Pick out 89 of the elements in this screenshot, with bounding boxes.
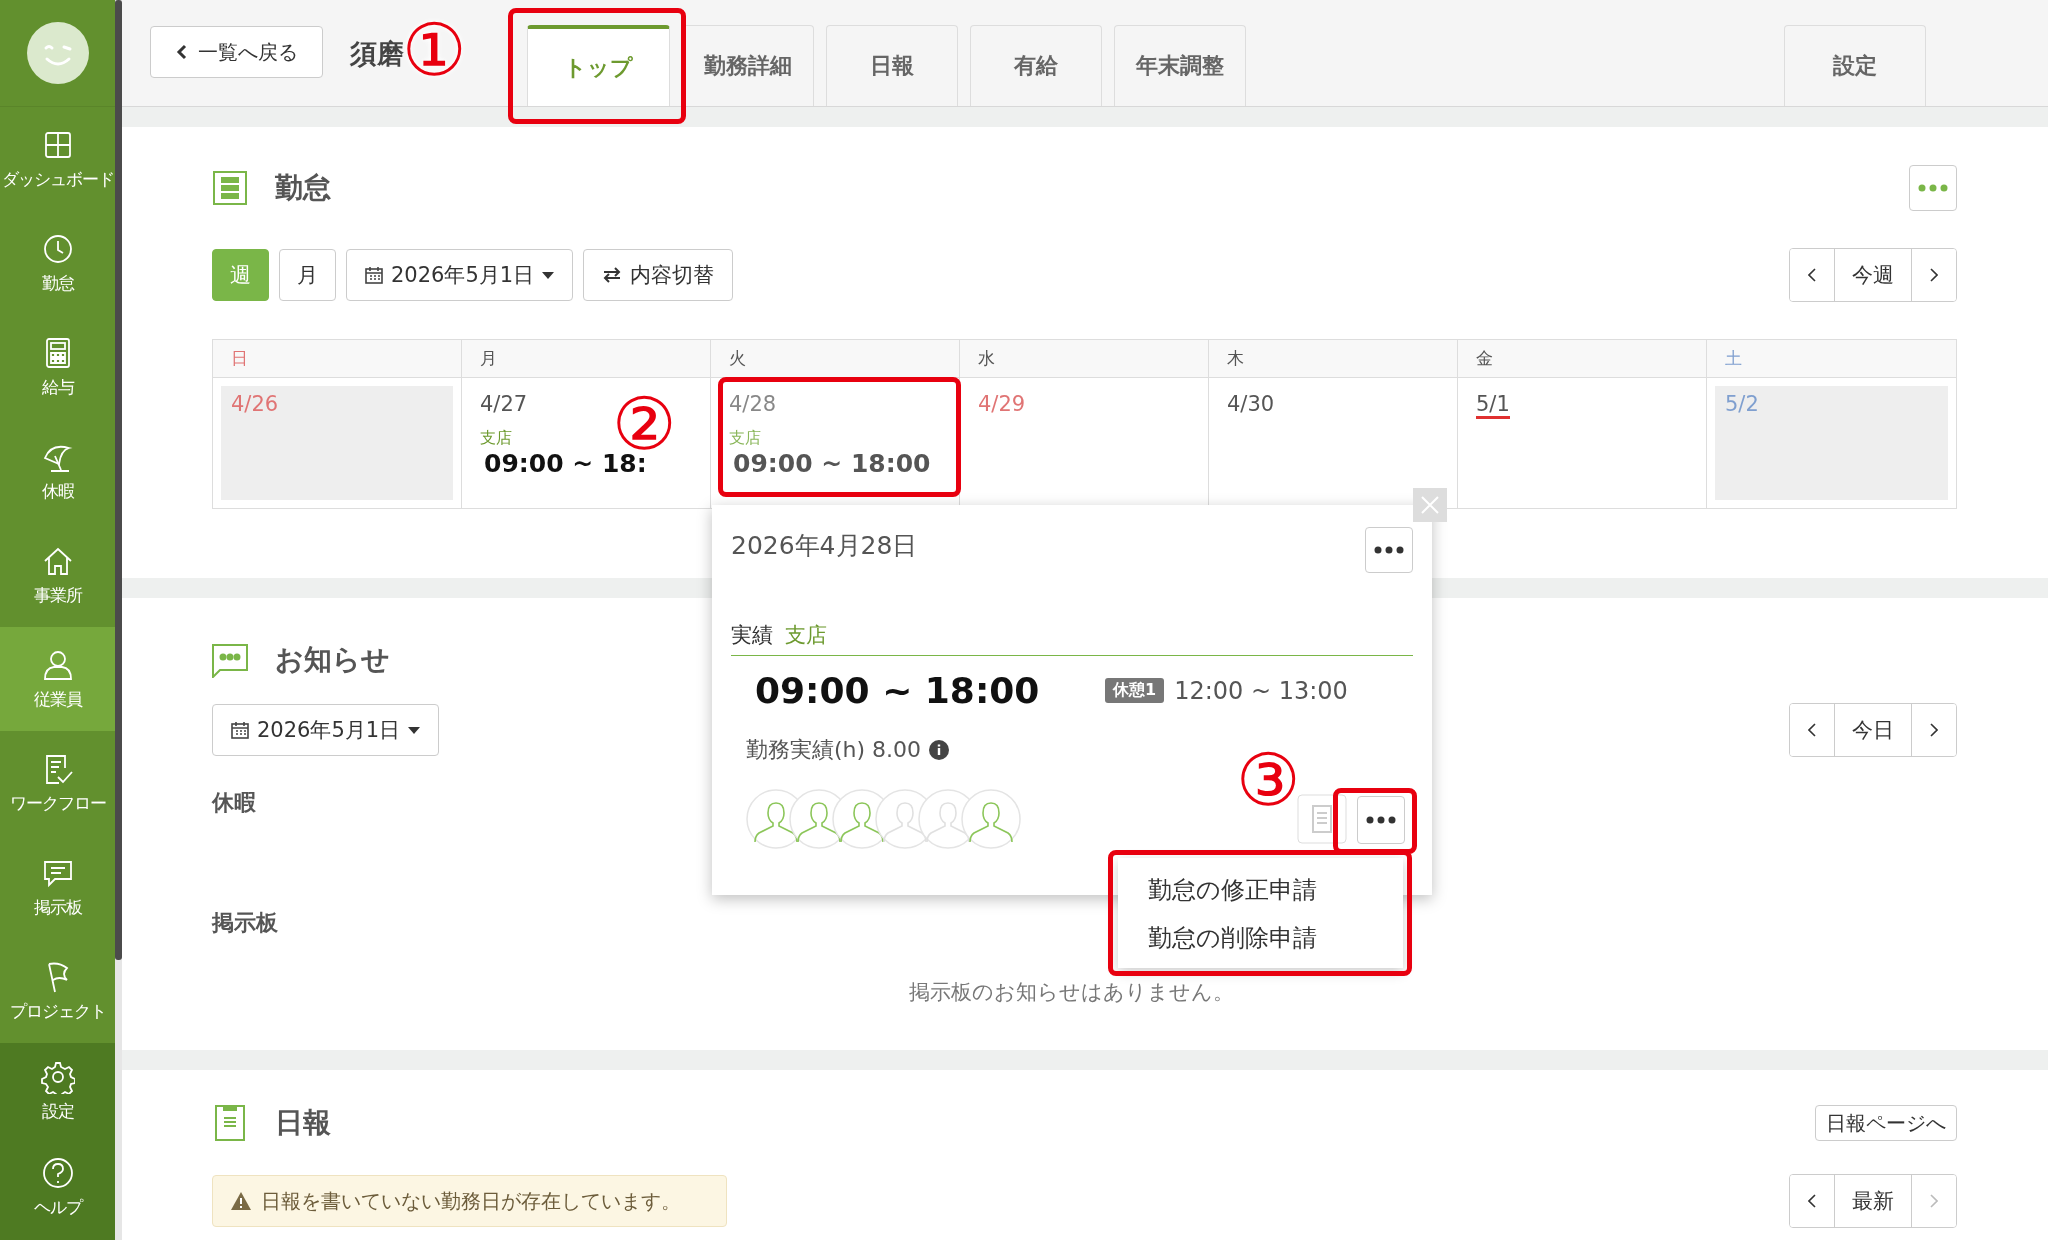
sidebar-item[interactable]: ヘルプ bbox=[0, 1139, 115, 1235]
sidebar-item[interactable]: 設定 bbox=[0, 1043, 115, 1139]
section-title: お知らせ bbox=[275, 642, 390, 678]
day-cell[interactable]: 5/1 bbox=[1458, 378, 1707, 508]
popup-date: 2026年4月28日 bbox=[731, 530, 918, 562]
section-title: 日報 bbox=[275, 1105, 331, 1141]
work-hours: 勤務実績(h) 8.00 bbox=[746, 736, 922, 764]
close-icon bbox=[1420, 495, 1440, 515]
day-date: 4/28 bbox=[729, 392, 777, 416]
day-date: 4/29 bbox=[978, 392, 1026, 416]
step-number: ③ bbox=[1236, 744, 1301, 816]
chevron-right-icon bbox=[1930, 1194, 1938, 1208]
day-date: 4/30 bbox=[1227, 392, 1275, 416]
close-button[interactable] bbox=[1413, 488, 1447, 522]
info-icon[interactable] bbox=[929, 740, 950, 760]
work-place: 支店 bbox=[785, 622, 827, 649]
chevron-right-icon bbox=[1930, 723, 1938, 737]
subsection-title: 掲示板 bbox=[212, 909, 278, 937]
tab[interactable]: 年末調整 bbox=[1114, 25, 1246, 106]
today-button[interactable]: 今日 bbox=[1834, 704, 1912, 756]
sidebar-item[interactable]: 事業所 bbox=[0, 523, 115, 627]
scrollbar-thumb[interactable] bbox=[115, 0, 122, 960]
menu-item[interactable]: 勤怠の削除申請 bbox=[1118, 914, 1403, 962]
tab[interactable]: トップ bbox=[527, 25, 670, 106]
document-icon[interactable] bbox=[1297, 794, 1347, 844]
date-dropdown[interactable]: 2026年5月1日 bbox=[212, 704, 440, 756]
weekday-header: 水 bbox=[960, 340, 1209, 378]
more-icon bbox=[1366, 816, 1396, 824]
more-button[interactable] bbox=[1365, 527, 1413, 573]
caret-icon bbox=[408, 726, 421, 734]
more-icon bbox=[1374, 546, 1404, 554]
sidebar-item[interactable]: ワークフロー bbox=[0, 731, 115, 835]
chevron-left-icon bbox=[1808, 268, 1816, 282]
weekday-header: 木 bbox=[1209, 340, 1458, 378]
latest-button[interactable]: 最新 bbox=[1834, 1175, 1912, 1227]
section-title: 勤怠 bbox=[275, 170, 331, 206]
day-date: 5/2 bbox=[1725, 392, 1759, 416]
calendar-icon bbox=[365, 266, 383, 284]
back-button[interactable]: 一覧へ戻る bbox=[150, 26, 323, 78]
day-date: 4/26 bbox=[231, 392, 279, 416]
chevron-left-icon bbox=[1808, 723, 1816, 737]
weekday-header: 金 bbox=[1458, 340, 1707, 378]
chevron-left-icon bbox=[175, 44, 188, 60]
swap-arrows-icon bbox=[602, 267, 623, 283]
break-time: 12:00 ~ 13:00 bbox=[1174, 676, 1348, 705]
tab[interactable]: 日報 bbox=[826, 25, 958, 106]
empty-message: 掲示板のお知らせはありません。 bbox=[909, 979, 1234, 1006]
caret-icon bbox=[542, 271, 555, 279]
warning-text: 日報を書いていない勤務日が存在しています。 bbox=[261, 1187, 681, 1215]
sidebar-item[interactable]: 掲示板 bbox=[0, 835, 115, 939]
sidebar-item[interactable]: ダッシュボード bbox=[0, 107, 115, 211]
weekday-header: 日 bbox=[213, 340, 462, 378]
more-button[interactable] bbox=[1357, 796, 1405, 844]
chevron-left-icon bbox=[1808, 1194, 1816, 1208]
chat-icon bbox=[212, 642, 248, 678]
break-badge: 休憩1 bbox=[1105, 678, 1165, 703]
help-icon bbox=[40, 1155, 75, 1190]
day-date: 4/27 bbox=[480, 392, 528, 416]
avatar-icon bbox=[25, 21, 90, 85]
sidebar-item[interactable]: 給与 bbox=[0, 315, 115, 419]
sidebar-item[interactable]: 勤怠 bbox=[0, 211, 115, 315]
tab[interactable]: 有給 bbox=[970, 25, 1102, 106]
settings-icon bbox=[40, 1059, 75, 1094]
day-date: 5/1 bbox=[1476, 392, 1510, 419]
sidebar-item[interactable]: 休暇 bbox=[0, 419, 115, 523]
sidebar-item[interactable]: プロジェクト bbox=[0, 939, 115, 1043]
work-time: 09:00 ~ 18:00 bbox=[755, 670, 1041, 711]
employee-name: 須磨 bbox=[350, 38, 404, 69]
calendar-icon bbox=[231, 721, 249, 739]
shift-time: 09:00 ~ 18:00 bbox=[733, 449, 931, 478]
switch-button[interactable]: 内容切替 bbox=[583, 249, 734, 301]
warning-icon bbox=[231, 1192, 251, 1210]
weekday-header: 土 bbox=[1707, 340, 1956, 378]
weekday-header: 火 bbox=[711, 340, 960, 378]
current-week-button[interactable]: 今週 bbox=[1834, 249, 1912, 301]
work-place: 支店 bbox=[729, 428, 761, 449]
chevron-right-icon bbox=[1930, 268, 1938, 282]
more-icon bbox=[1918, 184, 1948, 192]
weekday-header: 月 bbox=[462, 340, 711, 378]
report-page-button[interactable]: 日報ページへ bbox=[1815, 1105, 1957, 1141]
work-place: 支店 bbox=[480, 428, 512, 449]
menu-item[interactable]: 勤怠の修正申請 bbox=[1118, 866, 1403, 914]
view-toggle-button[interactable]: 月 bbox=[279, 249, 336, 301]
document-icon bbox=[212, 1105, 248, 1141]
sidebar-item[interactable]: 従業員 bbox=[0, 627, 115, 731]
record-label: 実績 bbox=[731, 622, 773, 649]
tab[interactable]: 設定 bbox=[1784, 25, 1926, 106]
subsection-title: 休暇 bbox=[212, 789, 256, 817]
date-dropdown[interactable]: 2026年5月1日 bbox=[346, 249, 574, 301]
